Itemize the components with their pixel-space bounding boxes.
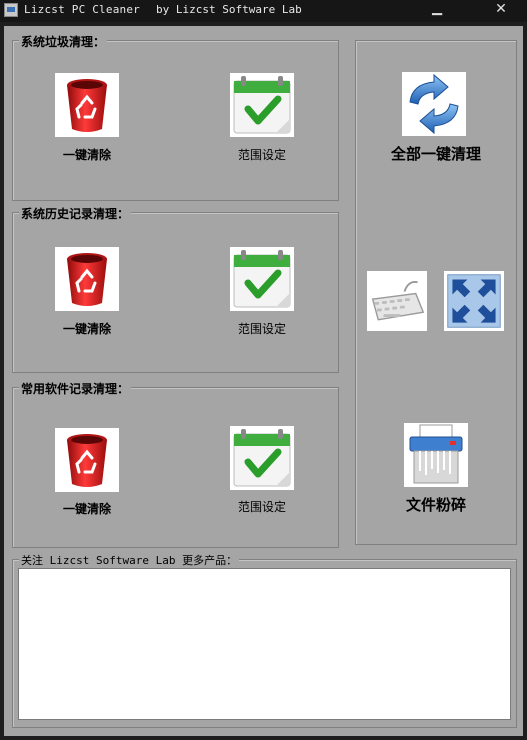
quick-actions-panel: 全部一键清理 文件粉碎 — [355, 40, 517, 545]
clean-all-button[interactable] — [402, 72, 466, 136]
keyboard-button[interactable] — [367, 271, 427, 331]
range-settings-label: 范围设定 — [237, 500, 286, 514]
app-title: Lizcst PC Cleaner — [24, 3, 140, 16]
trash-can-icon — [55, 247, 119, 311]
system-history-group: 系统历史记录清理： 一键清除 范围设定 — [12, 205, 339, 373]
calendar-check-icon — [230, 73, 294, 137]
range-settings-button[interactable] — [230, 247, 294, 311]
fullscreen-icon — [447, 274, 501, 328]
keyboard-icon — [371, 281, 425, 321]
trash-can-icon — [55, 428, 119, 492]
close-button[interactable]: ✕ — [490, 1, 512, 19]
group-title: 常用软件记录清理： — [19, 380, 132, 397]
publisher-text: by Lizcst Software Lab — [156, 3, 302, 16]
clean-all-label: 全部一键清理 — [390, 145, 481, 163]
title-bar[interactable]: Lizcst PC Cleaner by Lizcst Software Lab… — [0, 0, 527, 22]
range-settings-button[interactable] — [230, 73, 294, 137]
group-title: 系统历史记录清理： — [19, 205, 132, 222]
one-click-clean-button[interactable] — [55, 73, 119, 137]
system-junk-group: 系统垃圾清理： 一键清除 范围设定 — [12, 33, 339, 201]
software-records-group: 常用软件记录清理： 一键清除 范围设定 — [12, 380, 339, 548]
file-shredder-label: 文件粉碎 — [405, 496, 466, 514]
file-shredder-button[interactable] — [404, 423, 468, 487]
follow-title: 关注 Lizcst Software Lab 更多产品： — [19, 552, 240, 568]
one-click-clean-label: 一键清除 — [62, 322, 111, 336]
close-icon: ✕ — [495, 1, 507, 17]
calendar-check-icon — [230, 247, 294, 311]
range-settings-label: 范围设定 — [237, 322, 286, 336]
calendar-check-icon — [230, 426, 294, 490]
one-click-clean-label: 一键清除 — [62, 502, 111, 516]
main-window: 系统垃圾清理： 一键清除 范围设定 系统历史记录清理： 一键清除 范围设定 常用… — [4, 26, 523, 736]
range-settings-button[interactable] — [230, 426, 294, 490]
one-click-clean-button[interactable] — [55, 247, 119, 311]
app-icon — [4, 3, 18, 17]
one-click-clean-button[interactable] — [55, 428, 119, 492]
group-title: 系统垃圾清理： — [19, 33, 108, 50]
paper-shredder-icon — [409, 424, 463, 484]
fullscreen-button[interactable] — [444, 271, 504, 331]
minimize-icon: ▁ — [432, 1, 442, 16]
refresh-arrows-icon — [409, 73, 459, 135]
products-display-box[interactable] — [18, 568, 511, 720]
one-click-clean-label: 一键清除 — [62, 148, 111, 162]
range-settings-label: 范围设定 — [237, 148, 286, 162]
trash-can-icon — [55, 73, 119, 137]
minimize-button[interactable]: ▁ — [426, 1, 448, 19]
